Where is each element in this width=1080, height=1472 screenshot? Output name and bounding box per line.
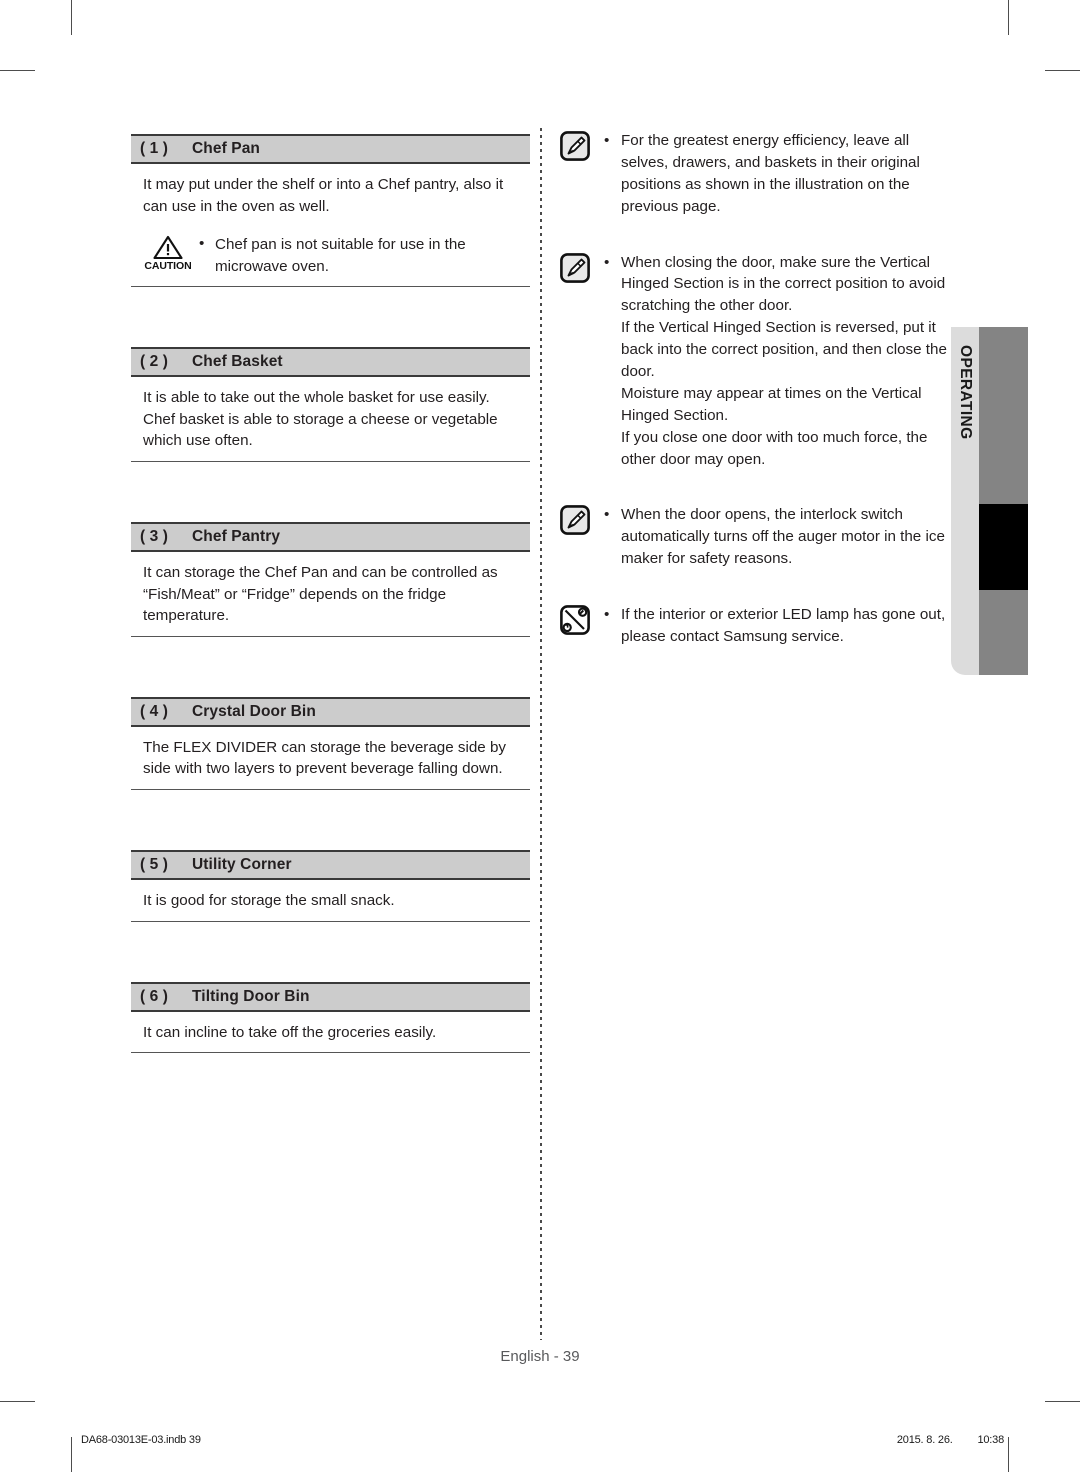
section-header: ( 2 ) Chef Basket (131, 347, 530, 378)
service-tools-icon (560, 604, 604, 636)
section-header: ( 5 ) Utility Corner (131, 849, 530, 880)
print-footer: DA68-03013E-03.indb 39 2015. 8. 26. 10:3… (0, 1434, 1080, 1456)
note-text: When closing the door, make sure the Ver… (604, 252, 960, 471)
section-header: ( 1 ) Chef Pan (131, 134, 530, 164)
section-title: Utility Corner (192, 855, 292, 873)
section-body: It can incline to take off the groceries… (131, 1012, 530, 1044)
section-title: Crystal Door Bin (192, 702, 316, 720)
note-pencil-icon (560, 504, 604, 536)
thumb-tab-dark-band (979, 327, 1028, 675)
page-number: English - 39 (500, 1348, 580, 1365)
section-title: Tilting Door Bin (192, 987, 310, 1005)
thumb-tab-label: OPERATING (951, 327, 979, 675)
section-header: ( 3 ) Chef Pantry (131, 522, 530, 553)
caution-text: Chef pan is not suitable for use in the … (199, 233, 528, 277)
section-number: ( 1 ) (140, 140, 169, 157)
warning-triangle-icon (153, 236, 183, 260)
section-chef-pantry: ( 3 ) Chef Pantry It can storage the Che… (131, 522, 530, 637)
section-body-text: It is good for storage the small snack. (143, 891, 395, 909)
section-body-text: The FLEX DIVIDER can storage the beverag… (143, 738, 507, 778)
section-number: ( 6 ) (140, 987, 169, 1005)
note-text: For the greatest energy efficiency, leav… (604, 130, 960, 218)
section-body-text: It is able to take out the whole basket … (143, 389, 490, 407)
section-tilting-door-bin: ( 6 ) Tilting Door Bin It can incline to… (131, 981, 530, 1054)
section-number: ( 2 ) (140, 353, 169, 371)
section-body: It may put under the shelf or into a Che… (131, 164, 530, 217)
note-line: If the interior or exterior LED lamp has… (621, 606, 946, 646)
manual-page: ( 1 ) Chef Pan It may put under the shel… (0, 0, 1080, 1472)
caution-icon: CAUTION (137, 233, 199, 272)
note-line: If the Vertical Hinged Section is revers… (621, 319, 947, 381)
note-text: If the interior or exterior LED lamp has… (604, 604, 960, 648)
section-chef-basket: ( 2 ) Chef Basket It is able to take out… (131, 347, 530, 463)
section-chef-pan: ( 1 ) Chef Pan It may put under the shel… (131, 134, 530, 288)
left-column: ( 1 ) Chef Pan It may put under the shel… (131, 134, 530, 1054)
chapter-thumb-tab: OPERATING (951, 327, 1028, 675)
section-number: ( 4 ) (140, 702, 169, 720)
column-divider (540, 128, 542, 1340)
print-footer-timestamp: 2015. 8. 26. 10:38 (897, 1434, 1004, 1446)
note-item: If the interior or exterior LED lamp has… (560, 604, 960, 648)
section-header: ( 6 ) Tilting Door Bin (131, 981, 530, 1012)
note-text: When the door opens, the interlock switc… (604, 504, 960, 570)
note-pencil-icon (560, 130, 604, 161)
section-body-text: It can storage the Chef Pan and can be c… (143, 564, 498, 625)
section-body-text: It can incline to take off the groceries… (143, 1023, 437, 1041)
print-footer-date: 2015. 8. 26. (896, 1434, 953, 1446)
note-line: When closing the door, make sure the Ver… (621, 253, 946, 315)
note-line: For the greatest energy efficiency, leav… (621, 132, 920, 215)
section-body: It is good for storage the small snack. (131, 880, 530, 912)
note-pencil-icon (560, 252, 604, 283)
section-body-text: Chef basket is able to storage a cheese … (143, 410, 498, 450)
section-body-text: It may put under the shelf or into a Che… (143, 176, 504, 215)
note-item: For the greatest energy efficiency, leav… (560, 130, 960, 218)
section-title: Chef Pantry (192, 528, 281, 546)
section-title: Chef Pan (192, 140, 260, 157)
section-number: ( 3 ) (140, 528, 169, 546)
caution-block: CAUTION Chef pan is not suitable for use… (131, 217, 530, 277)
section-body: The FLEX DIVIDER can storage the beverag… (131, 727, 530, 780)
section-rule (131, 1052, 530, 1054)
section-crystal-door-bin: ( 4 ) Crystal Door Bin The FLEX DIVIDER … (131, 696, 530, 790)
print-footer-time: 10:38 (977, 1434, 1004, 1446)
note-item: When closing the door, make sure the Ver… (560, 252, 960, 471)
section-number: ( 5 ) (140, 855, 169, 873)
note-line: Moisture may appear at times on the Vert… (621, 384, 922, 424)
thumb-tab-active-marker (979, 504, 1028, 590)
thumb-tab-label-text: OPERATING (957, 345, 974, 440)
print-footer-file: DA68-03013E-03.indb 39 (81, 1434, 201, 1446)
right-column: For the greatest energy efficiency, leav… (560, 130, 960, 682)
note-item: When the door opens, the interlock switc… (560, 504, 960, 570)
note-line: When the door opens, the interlock switc… (621, 506, 945, 568)
section-header: ( 4 ) Crystal Door Bin (131, 696, 530, 727)
section-body: It is able to take out the whole basket … (131, 377, 530, 452)
section-utility-corner: ( 5 ) Utility Corner It is good for stor… (131, 849, 530, 922)
note-line: If you close one door with too much forc… (621, 428, 928, 468)
section-title: Chef Basket (192, 353, 283, 371)
caution-label: CAUTION (144, 260, 192, 273)
section-body: It can storage the Chef Pan and can be c… (131, 552, 530, 627)
